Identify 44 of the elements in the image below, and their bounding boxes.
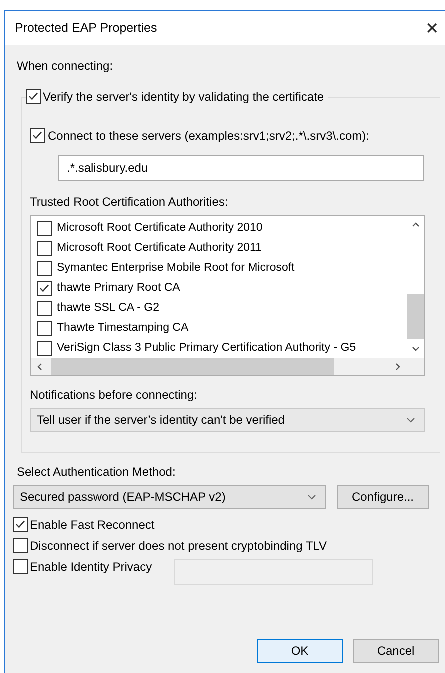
dialog-button[interactable]: OK — [257, 639, 343, 663]
checkbox[interactable] — [37, 220, 52, 236]
dialog-button[interactable]: Cancel — [353, 639, 439, 663]
checkbox[interactable] — [37, 260, 52, 276]
checkbox-label: Verify the server's identity by validating the certificate — [43, 90, 324, 104]
checkbox[interactable] — [26, 89, 41, 104]
checkmark-icon — [31, 129, 44, 142]
certificate-name: VeriSign Class 3 Public Primary Certification Authority - G5 — [57, 342, 356, 354]
checkbox[interactable] — [13, 559, 28, 574]
checkmark-icon — [14, 518, 27, 531]
scroll-right-icon[interactable] — [393, 362, 403, 372]
checkbox-label: Enable Identity Privacy — [30, 560, 152, 574]
list-label: Trusted Root Certification Authorities: — [30, 195, 230, 209]
checkbox-label: Disconnect if server does not present cryptobinding TLV — [30, 538, 328, 552]
certificate-name: Microsoft Root Certificate Authority 2010 — [57, 222, 263, 234]
checkbox[interactable] — [37, 320, 52, 336]
authentication-dropdown[interactable]: Secured password (EAP-MSCHAP v2) — [13, 485, 326, 509]
checkbox[interactable] — [37, 240, 52, 256]
checkbox[interactable] — [37, 280, 52, 296]
checkbox[interactable] — [30, 128, 45, 143]
certificate-name: Thawte Timestamping CA — [57, 322, 189, 334]
certificate-name: Symantec Enterprise Mobile Root for Microsoft — [57, 262, 295, 274]
scroll-down-icon[interactable] — [410, 344, 420, 354]
dropdown-label: Notifications before connecting: — [30, 388, 198, 402]
section-label: When connecting: — [17, 59, 114, 73]
chevron-down-icon — [406, 415, 416, 425]
certificate-name: thawte Primary Root CA — [57, 282, 180, 294]
servers-field[interactable]: .*.salisbury.edu — [58, 155, 424, 181]
checkbox[interactable] — [37, 300, 52, 316]
certificate-name: thawte SSL CA - G2 — [57, 302, 160, 314]
window-title: Protected EAP Properties — [15, 21, 158, 35]
configure-button[interactable]: Configure... — [337, 485, 429, 509]
checkbox-label: Enable Fast Reconnect — [30, 518, 155, 532]
notifications-dropdown[interactable]: Tell user if the server’s identity can't be verified — [30, 408, 425, 432]
checkbox-label: Connect to these servers (examples:srv1;srv2;.*\.srv3\.com): — [48, 128, 370, 142]
checkbox[interactable] — [37, 340, 52, 356]
dropdown-label: Select Authentication Method: — [17, 465, 177, 479]
checkbox[interactable] — [13, 517, 28, 532]
chevron-down-icon — [307, 492, 317, 502]
scroll-left-icon[interactable] — [35, 362, 45, 372]
checkbox[interactable] — [13, 538, 28, 553]
certificate-name: Microsoft Root Certificate Authority 2011 — [57, 242, 262, 254]
close-button[interactable]: ✕ — [426, 18, 439, 38]
checkmark-icon — [27, 90, 40, 103]
